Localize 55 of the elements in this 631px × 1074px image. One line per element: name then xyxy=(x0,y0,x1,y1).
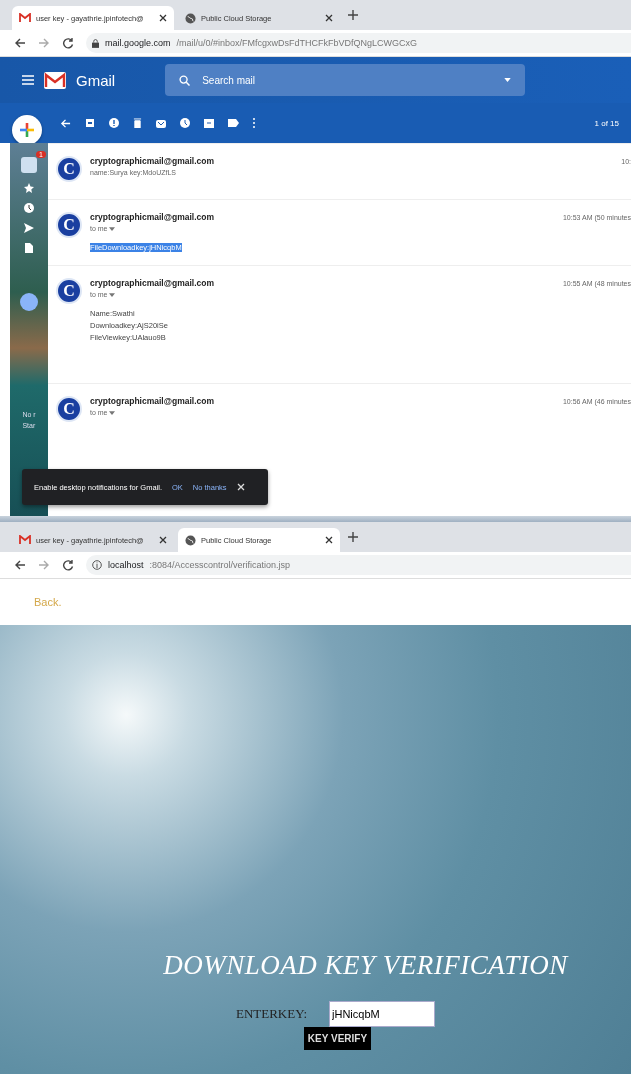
close-icon[interactable] xyxy=(325,536,333,544)
search-icon xyxy=(179,74,191,86)
label-icon[interactable] xyxy=(228,119,239,127)
close-icon[interactable] xyxy=(159,14,167,22)
mark-unread-icon[interactable] xyxy=(156,118,166,128)
sender-avatar: C xyxy=(56,156,82,182)
spam-icon[interactable] xyxy=(109,118,119,128)
new-tab-icon[interactable] xyxy=(348,10,358,20)
archive-icon[interactable] xyxy=(85,118,95,128)
send-icon[interactable] xyxy=(24,223,34,233)
mail-icon xyxy=(19,13,31,23)
document-icon[interactable] xyxy=(25,243,33,253)
star-icon[interactable] xyxy=(24,183,34,193)
menu-icon[interactable] xyxy=(22,75,34,85)
globe-icon xyxy=(185,12,196,24)
close-icon[interactable] xyxy=(159,536,167,544)
clock-icon[interactable] xyxy=(24,203,34,213)
sender-avatar: C xyxy=(56,212,82,238)
address-field[interactable]: localhost :8084/Accesscontrol/verification.jsp xyxy=(86,555,631,575)
gmail-logo-icon xyxy=(44,71,66,89)
page-title: DOWNLOAD KEY VERIFICATION xyxy=(163,950,568,981)
account-avatar[interactable] xyxy=(20,293,38,311)
key-input-field[interactable]: jHNicqbM xyxy=(329,1001,435,1027)
key-verify-button[interactable]: KEY VERIFY xyxy=(303,1027,372,1050)
key-label: ENTERKEY: xyxy=(236,1006,307,1022)
reload-icon[interactable] xyxy=(62,37,74,49)
back-arrow-icon[interactable] xyxy=(14,559,26,571)
close-icon[interactable] xyxy=(325,14,333,22)
mail-icon xyxy=(19,535,31,545)
compose-button[interactable] xyxy=(12,115,42,145)
move-to-icon[interactable] xyxy=(204,118,214,128)
caret-icon xyxy=(109,227,116,232)
back-arrow-icon[interactable] xyxy=(14,37,26,49)
trash-icon[interactable] xyxy=(133,118,142,128)
plus-icon xyxy=(19,122,35,138)
sender-avatar: C xyxy=(56,278,82,304)
gmail-logo-text: Gmail xyxy=(76,71,116,89)
sender-email: cryptographicmail@gmail.com xyxy=(90,396,214,406)
lock-icon xyxy=(92,38,99,48)
dropdown-caret-icon[interactable] xyxy=(504,78,512,82)
search-field[interactable]: Search mail xyxy=(165,64,526,96)
sender-email: cryptographicmail@gmail.com xyxy=(90,212,214,222)
caret-icon xyxy=(109,293,116,298)
address-field[interactable]: mail.google.com /mail/u/0/#inbox/FMfcgxwDsFdTHCFkFbVDfQNgLCWGCxG xyxy=(86,33,631,53)
page-counter: 1 of 15 xyxy=(594,118,619,128)
caret-icon xyxy=(109,411,116,416)
clock-icon[interactable] xyxy=(180,118,190,128)
globe-icon xyxy=(185,534,196,546)
new-tab-icon[interactable] xyxy=(348,532,358,542)
sender-avatar: C xyxy=(56,396,82,422)
info-icon xyxy=(92,560,102,570)
sender-email: cryptographicmail@gmail.com xyxy=(90,278,214,288)
reload-icon[interactable] xyxy=(62,559,74,571)
sender-email: cryptographicmail@gmail.com xyxy=(90,156,214,166)
search-input[interactable]: Search mail xyxy=(200,73,495,87)
